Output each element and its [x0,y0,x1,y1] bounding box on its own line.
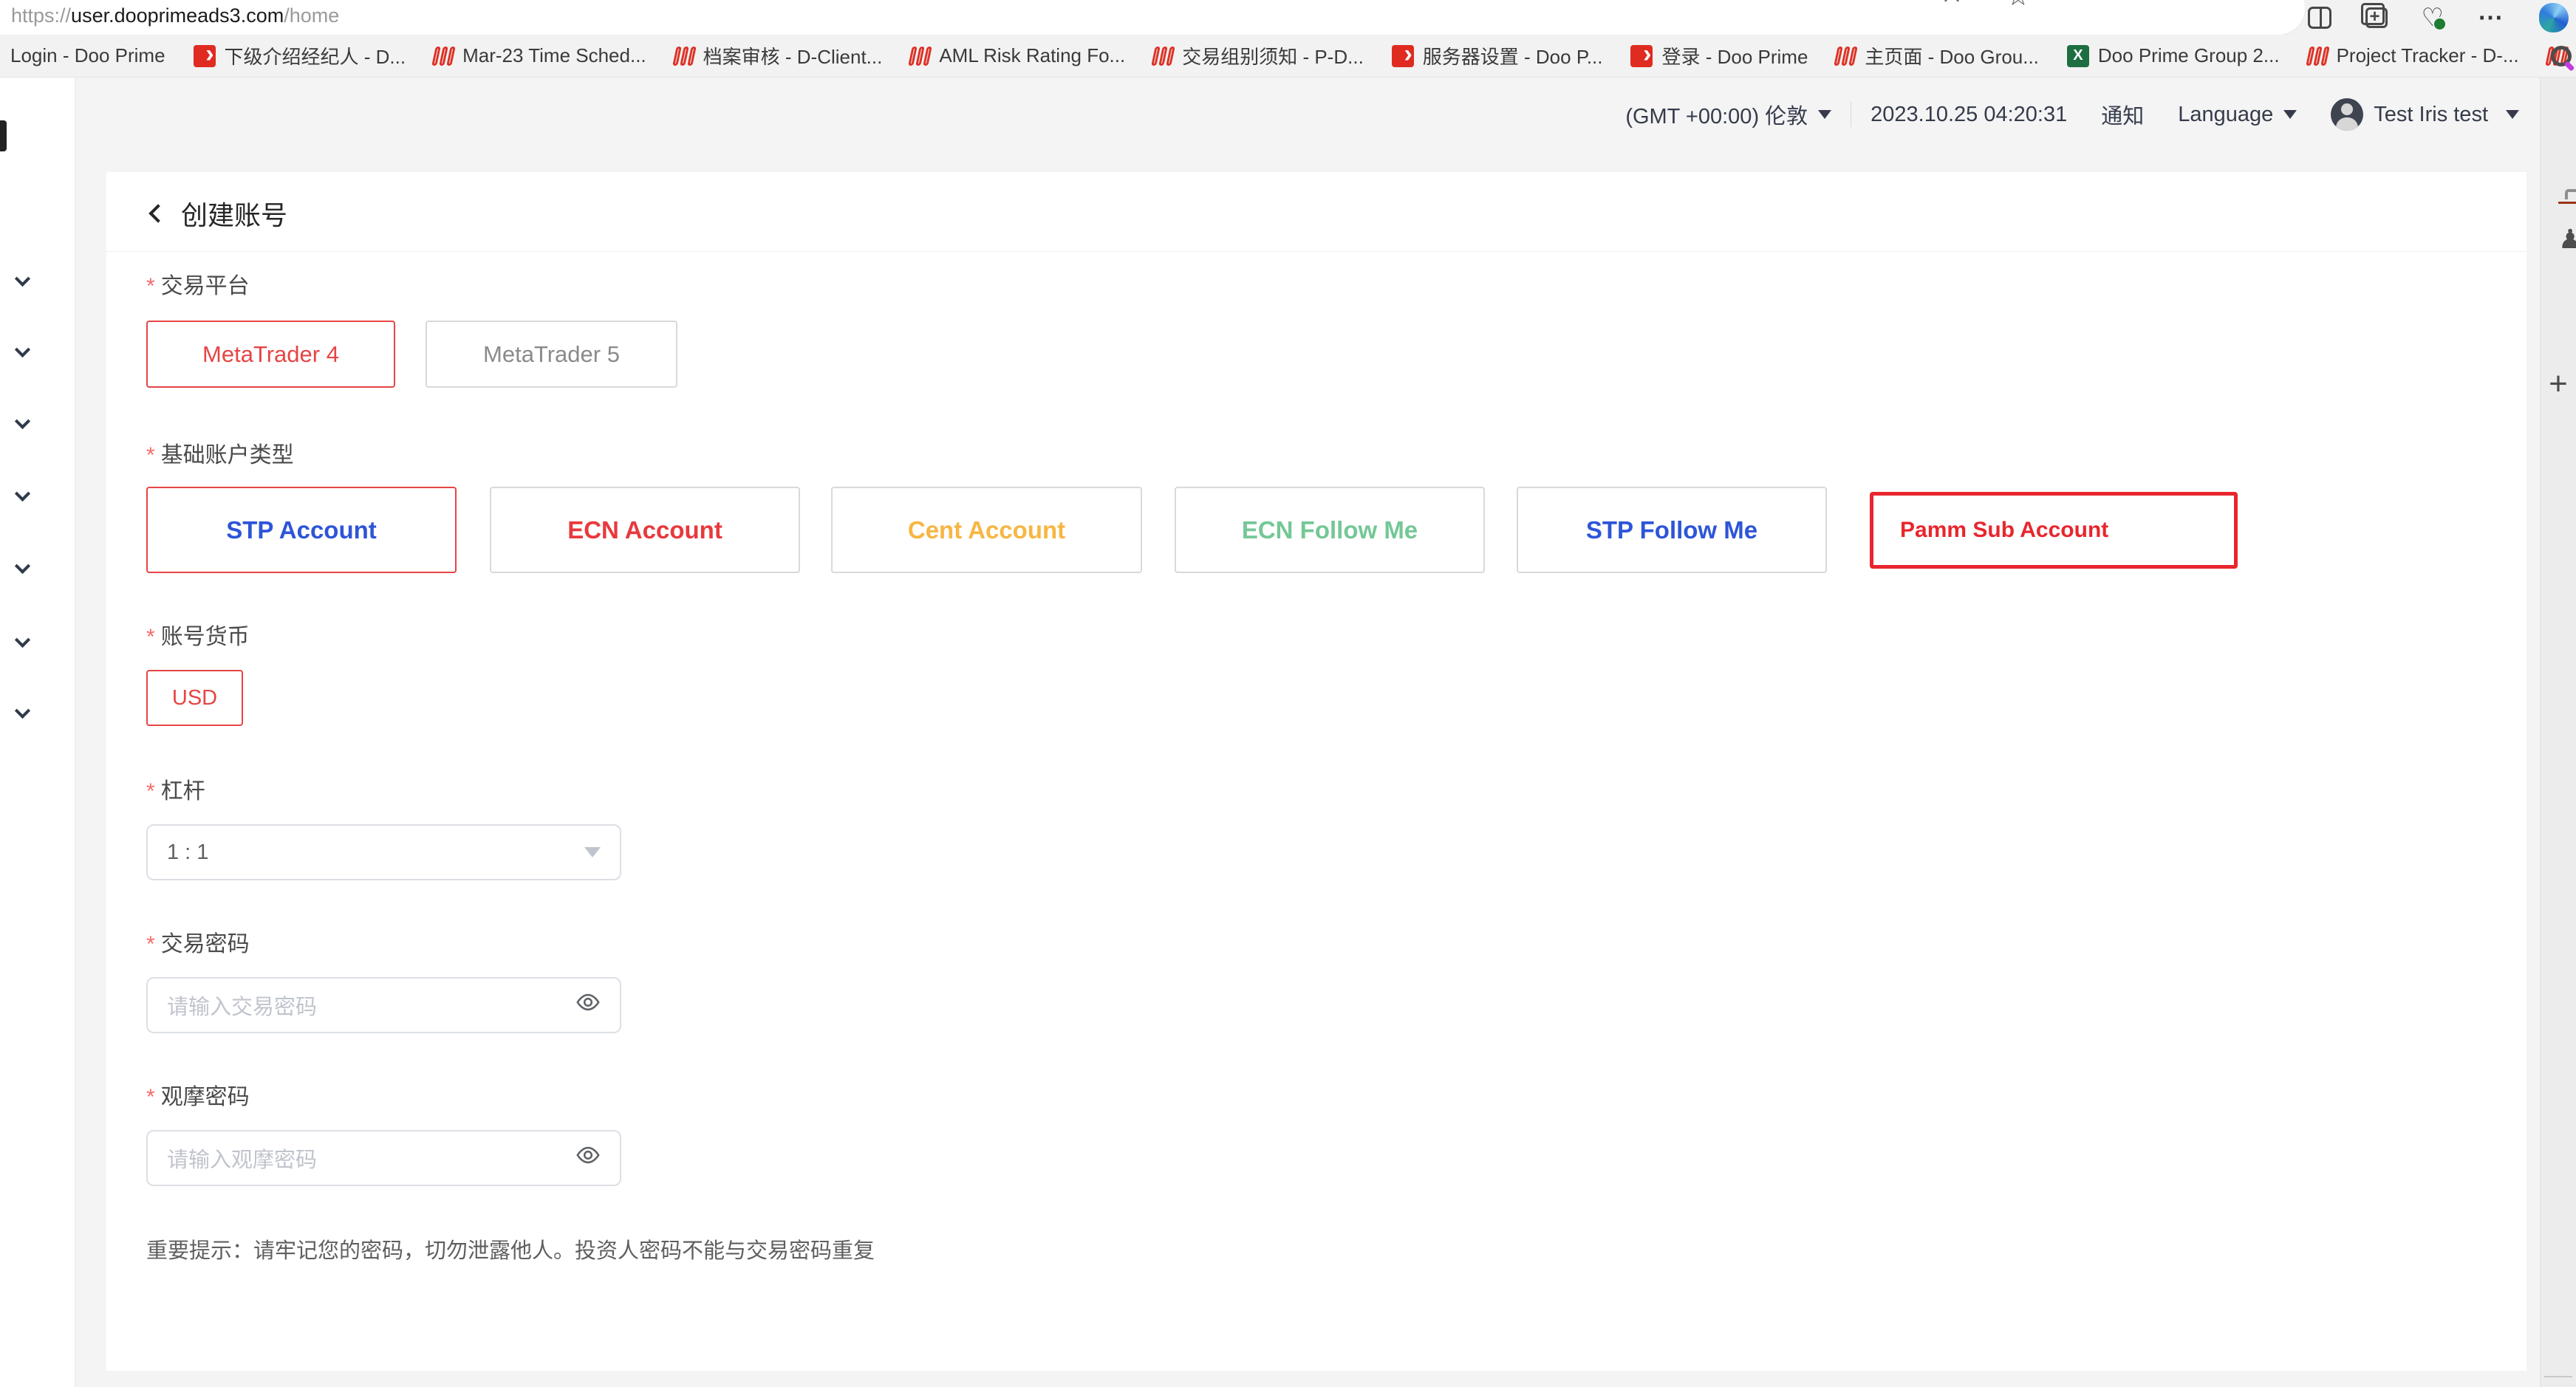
add-sidebar-icon[interactable]: + [2549,371,2568,397]
platform-label: *交易平台 [146,272,250,301]
view-password-label: *观摩密码 [146,1083,250,1112]
bookmark-item[interactable]: 档案审核 - D-Client... [674,42,883,69]
required-asterisk: * [146,625,155,649]
logo-fragment [0,120,7,151]
settings-more-icon[interactable]: ⋯ [2478,3,2505,32]
create-account-card: 创建账号 *交易平台 MetaTrader 4 MetaTrader 5 *基础… [106,172,2527,1371]
timezone-selector[interactable]: (GMT +00:00) 伦敦 [1625,99,1831,130]
chevron-down-icon [2506,110,2519,119]
main-area: ♟ + (GMT +00:00) 伦敦 2023.10.25 04:20:31 … [0,78,2576,1387]
bookmark-item[interactable]: Mar-23 Time Sched... [434,44,646,67]
sidebar-menu-chevron-icon[interactable] [15,342,30,357]
bookmark-item[interactable]: 下级介绍经纪人 - D... [194,42,406,69]
read-aloud-icon[interactable]: A))) [1944,0,1972,7]
browser-top-bar: https://user.dooprimeads3.com/home A))) … [0,0,2576,35]
bookmark-item[interactable]: 登录 - Doo Prime [1630,42,1808,69]
account-type-stp[interactable]: STP Account [146,487,457,573]
notifications-link[interactable]: 通知 [2101,99,2144,130]
doo-logo-icon [2308,45,2328,67]
doo-logo-icon [1153,45,1173,67]
excel-icon: X [2067,45,2089,67]
required-asterisk: * [146,274,155,298]
account-type-cent[interactable]: Cent Account [831,487,1142,573]
app-sidebar [0,78,75,1387]
sidebar-menu-chevron-icon[interactable] [15,558,30,574]
platform-option-mt4[interactable]: MetaTrader 4 [146,321,395,388]
account-type-pamm-sub[interactable]: Pamm Sub Account [1870,492,2238,569]
required-asterisk: * [146,932,155,956]
chevron-down-icon [1818,110,1831,119]
favorite-star-icon[interactable]: ☆ [2006,0,2030,12]
side-rail-divider [2544,1376,2572,1377]
red-app-icon [194,45,216,67]
trade-password-input[interactable]: 请输入交易密码 [146,977,621,1033]
language-selector[interactable]: Language [2178,103,2297,127]
currency-label: *账号货币 [146,623,250,652]
bookmark-item[interactable]: AML Risk Rating Fo... [910,44,1125,67]
sidebar-menu-chevron-icon[interactable] [15,414,30,429]
sidebar-menu-chevron-icon[interactable] [15,271,30,287]
bookmark-item[interactable]: 交易组别须知 - P-D... [1153,42,1364,69]
page-header: (GMT +00:00) 伦敦 2023.10.25 04:20:31 通知 L… [1625,98,2519,131]
title-divider [106,251,2527,252]
currency-option-usd[interactable]: USD [146,670,243,726]
required-asterisk: * [146,443,155,468]
doo-logo-icon [674,45,694,67]
bookmarks-bar: Login - Doo Prime 下级介绍经纪人 - D... Mar-23 … [0,35,2576,78]
games-chess-icon[interactable]: ♟ [2558,224,2576,254]
required-asterisk: * [146,779,155,804]
doo-logo-icon [910,45,930,67]
chevron-down-icon [2283,110,2297,119]
select-caret-icon [584,847,601,857]
browser-essentials-icon[interactable]: ♡ [2422,3,2444,32]
doo-logo-icon [434,45,454,67]
red-app-icon [1630,45,1653,67]
platform-option-mt5[interactable]: MetaTrader 5 [426,321,677,388]
account-type-label: *基础账户类型 [146,441,294,470]
avatar[interactable] [2331,98,2363,131]
view-password-input[interactable]: 请输入观摩密码 [146,1130,621,1186]
bookmark-item[interactable]: Project Tracker - D-... [2308,44,2519,67]
bookmark-item[interactable]: 主页面 - Doo Grou... [1836,42,2039,69]
account-type-ecn-follow-me[interactable]: ECN Follow Me [1175,487,1485,573]
leverage-label: *杠杆 [146,777,205,806]
eye-icon[interactable] [575,993,601,1018]
address-bar[interactable]: https://user.dooprimeads3.com/home A))) … [0,0,2305,35]
copilot-icon[interactable] [2539,3,2569,32]
trade-password-label: *交易密码 [146,930,250,959]
account-type-stp-follow-me[interactable]: STP Follow Me [1517,487,1827,573]
required-asterisk: * [146,1085,155,1109]
page-title: 创建账号 [181,194,287,233]
sidebar-menu-chevron-icon[interactable] [15,703,30,719]
bookmark-item[interactable]: XDoo Prime Group 2... [2067,44,2280,67]
split-screen-icon[interactable] [2308,7,2331,29]
sidebar-menu-chevron-icon[interactable] [15,486,30,501]
url-text[interactable]: https://user.dooprimeads3.com/home [11,4,339,27]
user-menu[interactable]: Test Iris test [2374,103,2519,127]
datetime-display: 2023.10.25 04:20:31 [1870,103,2067,127]
bookmark-item[interactable]: 服务器设置 - Doo P... [1392,42,1603,69]
view-password-placeholder: 请输入观摩密码 [167,1143,317,1174]
password-hint: 重要提示：请牢记您的密码，切勿泄露他人。投资人密码不能与交易密码重复 [146,1233,875,1264]
collections-icon[interactable] [2365,7,2388,28]
leverage-select[interactable]: 1 : 1 [146,824,621,880]
back-icon[interactable] [148,204,167,222]
sidebar-search-icon[interactable] [2551,46,2572,66]
doo-logo-icon [1836,45,1856,67]
sidebar-menu-chevron-icon[interactable] [15,632,30,648]
trade-password-placeholder: 请输入交易密码 [167,990,317,1021]
eye-icon[interactable] [575,1145,601,1171]
account-type-ecn[interactable]: ECN Account [490,487,800,573]
bookmark-item[interactable]: Login - Doo Prime [10,44,165,67]
edge-side-rail: ♟ + [2540,78,2576,1387]
red-app-icon [1392,45,1414,67]
